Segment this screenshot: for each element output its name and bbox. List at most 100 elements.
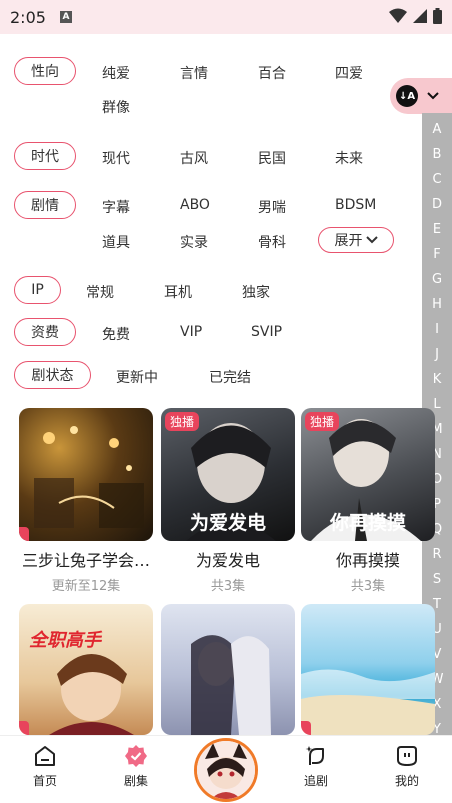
expand-button[interactable]: 展开 [318, 227, 394, 253]
battery-icon [433, 8, 442, 24]
series-cover: 独播 为爱发电 [161, 408, 295, 541]
nav-mine[interactable]: 我的 [377, 744, 437, 789]
home-icon [35, 746, 55, 766]
corner-mark [19, 721, 29, 735]
cover-title: 全职高手 [29, 630, 101, 651]
sort-az-icon: ↓A [396, 85, 418, 107]
filter-option[interactable]: 常规 [86, 282, 114, 302]
filter-option[interactable]: 更新中 [116, 367, 158, 387]
signal-icon [413, 9, 427, 23]
series-title: 三步让兔子学会… [21, 551, 150, 570]
wifi-icon [389, 8, 407, 23]
filter-option[interactable]: 耳机 [164, 282, 192, 302]
follow-sparkle-icon [305, 746, 324, 765]
filter-option[interactable]: 字幕 [102, 197, 130, 217]
catgirl-avatar-illustration [197, 741, 255, 799]
avatar[interactable] [194, 738, 258, 802]
series-episodes: 更新至12集 [51, 579, 121, 594]
filter-chip-pricing[interactable]: 资费 [14, 318, 76, 346]
index-letter-d[interactable]: D [422, 192, 452, 217]
series-card[interactable] [301, 604, 435, 735]
nav-follow[interactable]: 追剧 [286, 744, 346, 789]
nav-series-label: 剧集 [123, 774, 148, 788]
series-card[interactable]: 独播 为爱发电 为爱发电 共3集 [161, 408, 295, 594]
chevron-down-icon [365, 236, 378, 244]
filter-chip-era[interactable]: 时代 [14, 142, 76, 170]
series-cover [301, 604, 435, 735]
profile-icon [397, 746, 417, 767]
filter-option[interactable]: BDSM [335, 197, 376, 213]
filter-option[interactable]: 百合 [258, 63, 286, 83]
series-cover [161, 604, 295, 735]
expand-label: 展开 [334, 233, 363, 249]
series-episodes: 共3集 [210, 579, 246, 594]
lantern-street-illustration [34, 426, 144, 528]
filter-option[interactable]: 实录 [180, 232, 208, 252]
series-title: 为爱发电 [195, 551, 260, 570]
filter-option[interactable]: 言情 [180, 63, 208, 83]
series-title: 你再摸摸 [335, 551, 400, 570]
series-card[interactable]: 全职高手 [19, 604, 153, 735]
index-letter-c[interactable]: C [422, 167, 452, 192]
character-illustration [49, 654, 134, 735]
filter-option[interactable]: 纯爱 [102, 63, 130, 83]
filter-option[interactable]: 免费 [102, 324, 130, 344]
series-cover: 全职高手 [19, 604, 153, 735]
filter-chip-plot[interactable]: 剧情 [14, 191, 76, 219]
status-time: 2:05 [10, 7, 46, 27]
filter-option[interactable]: 古风 [180, 148, 208, 168]
index-letter-f[interactable]: F [422, 242, 452, 267]
nav-mine-label: 我的 [394, 774, 419, 788]
corner-mark [19, 527, 29, 541]
cover-title: 你再摸摸 [329, 512, 406, 534]
index-letter-i[interactable]: I [422, 317, 452, 342]
index-letter-j[interactable]: J [422, 342, 452, 367]
series-card[interactable]: 独播 你再摸摸 你再摸摸 共3集 [301, 408, 435, 594]
filter-option[interactable]: ABO [180, 197, 210, 213]
status-bar: 2:05 A [0, 0, 452, 34]
exclusive-badge: 独播 [165, 412, 200, 431]
corner-mark [301, 721, 311, 735]
nav-home[interactable]: 首页 [15, 744, 75, 789]
filter-panel: 性向 纯爱 言情 百合 四爱 群像 时代 现代 古风 民国 未来 剧情 字幕 A… [0, 34, 452, 400]
nav-series[interactable]: 剧集 [106, 744, 166, 789]
series-episodes: 共3集 [350, 579, 386, 594]
filter-option[interactable]: 未来 [335, 148, 363, 168]
series-cover [19, 408, 153, 541]
series-card[interactable] [161, 604, 295, 735]
app-notification-icon: A [59, 11, 72, 23]
seascape-illustration [301, 669, 435, 735]
couple-illustration [191, 635, 271, 735]
filter-chip-ip[interactable]: IP [14, 276, 61, 304]
index-letter-e[interactable]: E [422, 217, 452, 242]
filter-option[interactable]: SVIP [251, 324, 282, 340]
filter-chip-status[interactable]: 剧状态 [14, 361, 91, 389]
bottom-nav: 首页 剧集 追剧 我的 [0, 735, 452, 803]
index-letter-a[interactable]: A [422, 117, 452, 142]
sort-toggle[interactable]: ↓A [390, 78, 452, 114]
filter-option[interactable]: 已完结 [209, 367, 251, 387]
filter-option[interactable]: 独家 [242, 282, 270, 302]
index-letter-k[interactable]: K [422, 367, 452, 392]
cover-title: 为爱发电 [189, 512, 266, 534]
series-card[interactable]: 三步让兔子学会… 更新至12集 [19, 408, 153, 594]
index-letter-g[interactable]: G [422, 267, 452, 292]
filter-option[interactable]: 骨科 [258, 232, 286, 252]
filter-option[interactable]: 四爱 [335, 63, 363, 83]
filter-option[interactable]: 道具 [102, 232, 130, 252]
filter-option[interactable]: 男喘 [258, 197, 286, 217]
exclusive-badge: 独播 [305, 412, 340, 431]
filter-chip-orientation[interactable]: 性向 [14, 57, 76, 85]
series-cover: 独播 你再摸摸 [301, 408, 435, 541]
nav-follow-label: 追剧 [303, 774, 328, 788]
chevron-down-icon [427, 92, 439, 100]
index-letter-h[interactable]: H [422, 292, 452, 317]
filter-option[interactable]: VIP [180, 324, 202, 340]
status-icons [389, 8, 442, 24]
filter-option[interactable]: 现代 [102, 148, 130, 168]
filter-option[interactable]: 群像 [102, 97, 130, 117]
index-letter-b[interactable]: B [422, 142, 452, 167]
badge-check-icon [125, 745, 147, 767]
filter-option[interactable]: 民国 [258, 148, 286, 168]
nav-home-label: 首页 [32, 774, 57, 788]
